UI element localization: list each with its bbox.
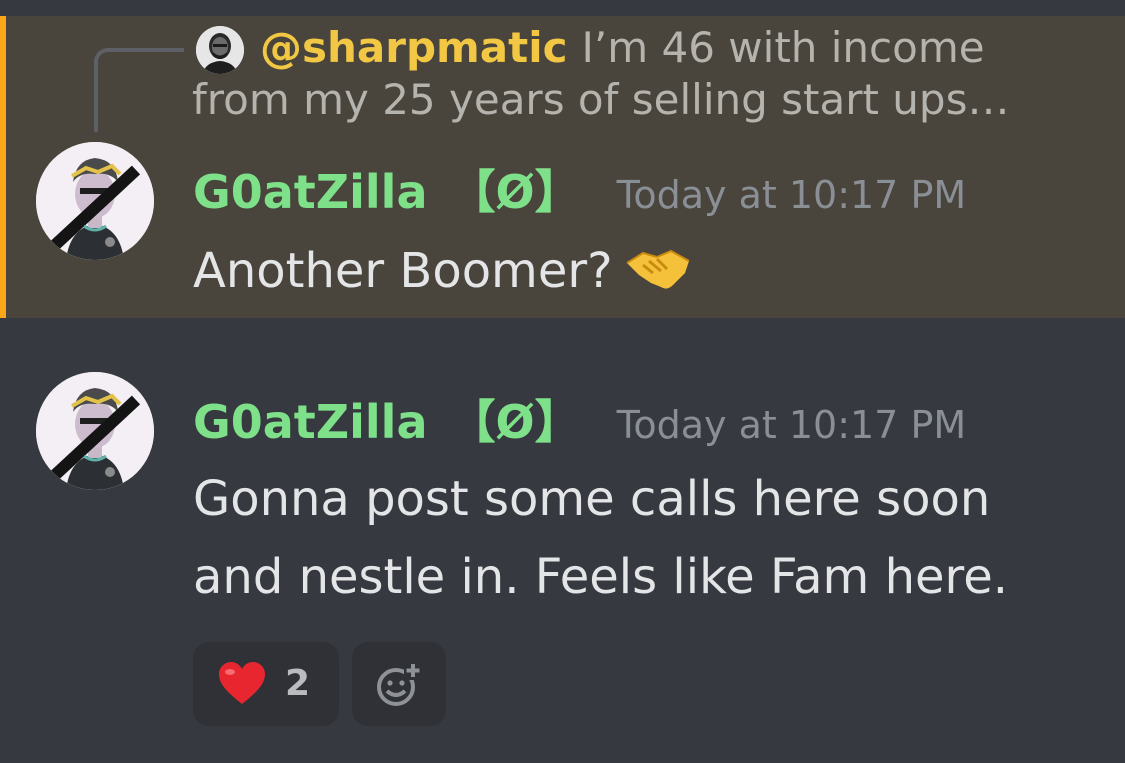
- handshake-emoji: [623, 238, 693, 289]
- reaction-count: 2: [285, 663, 311, 704]
- message-header: G0atZilla 【Ø】 Today at 10:17 PM: [193, 156, 967, 219]
- mention-highlight-bar: [0, 16, 6, 318]
- reaction-heart[interactable]: 2: [193, 642, 339, 726]
- heart-emoji: [217, 660, 267, 708]
- timestamp: Today at 10:17 PM: [616, 173, 967, 217]
- reply-preview-line2: from my 25 years of selling start ups…: [192, 75, 1010, 124]
- timestamp: Today at 10:17 PM: [616, 403, 967, 447]
- reply-connector: [94, 48, 184, 132]
- message-content: Gonna post some calls here soon and nest…: [193, 460, 1008, 616]
- reply-preview[interactable]: @sharpmatic I’m 46 with income from my 25…: [192, 22, 1092, 126]
- username[interactable]: G0atZilla: [193, 165, 428, 219]
- message-text-line1: Gonna post some calls here soon: [193, 471, 991, 527]
- previous-message-edge: [0, 0, 1125, 16]
- add-reaction-button[interactable]: [352, 642, 446, 726]
- avatar[interactable]: [36, 372, 154, 490]
- chat-area: @sharpmatic I’m 46 with income from my 25…: [0, 0, 1125, 763]
- username[interactable]: G0atZilla: [193, 395, 428, 449]
- person-avatar-icon[interactable]: [196, 26, 244, 74]
- reply-mention[interactable]: @sharpmatic: [260, 23, 568, 72]
- avatar[interactable]: [36, 142, 154, 260]
- message-text-line2: and nestle in. Feels like Fam here.: [193, 549, 1008, 605]
- role-badge: 【Ø】: [449, 165, 581, 219]
- reply-preview-line1: I’m 46 with income: [581, 23, 985, 72]
- message-header: G0atZilla 【Ø】 Today at 10:17 PM: [193, 386, 967, 449]
- message-text: Another Boomer?: [193, 243, 613, 299]
- message-content: Another Boomer?: [193, 232, 693, 310]
- role-badge: 【Ø】: [449, 395, 581, 449]
